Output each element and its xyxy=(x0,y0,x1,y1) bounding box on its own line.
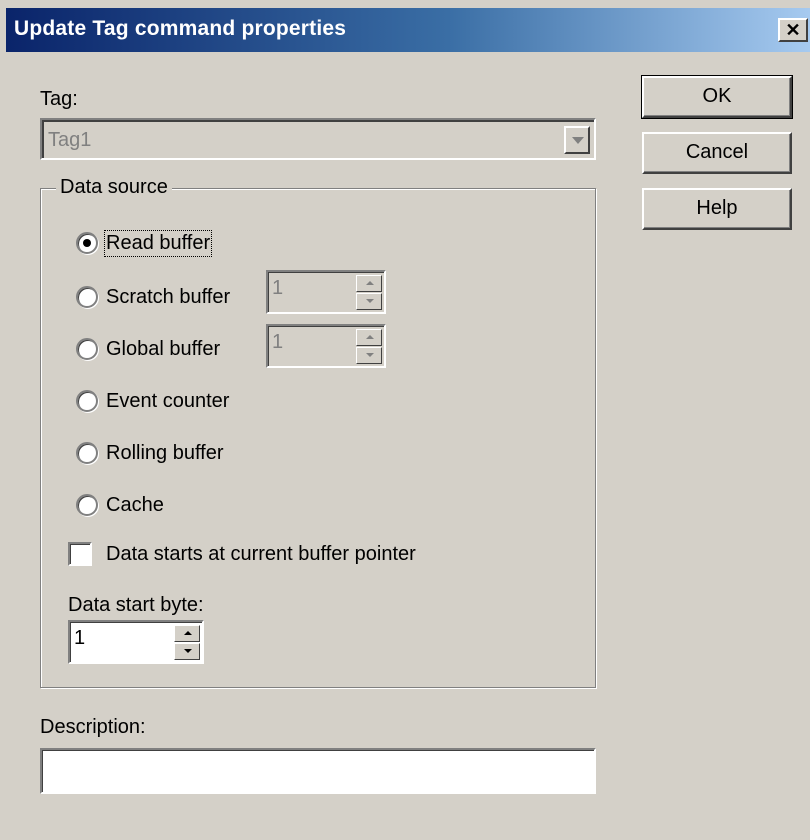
help-button[interactable]: Help xyxy=(642,188,792,230)
scratch-buffer-value: 1 xyxy=(272,277,284,299)
cancel-button[interactable]: Cancel xyxy=(642,132,792,174)
arrow-up-icon xyxy=(366,335,374,339)
global-spin-down-button[interactable] xyxy=(356,347,382,364)
radio-scratch-buffer-label[interactable]: Scratch buffer xyxy=(106,286,230,309)
radio-read-buffer[interactable] xyxy=(76,232,98,254)
scratch-spin-up-button[interactable] xyxy=(356,275,382,292)
radio-cache[interactable] xyxy=(76,494,98,516)
dropdown-arrow-button[interactable] xyxy=(564,126,590,154)
arrow-down-icon xyxy=(184,649,192,653)
start-byte-spin-up-button[interactable] xyxy=(174,625,200,642)
tag-label: Tag: xyxy=(40,88,78,110)
description-label: Description: xyxy=(40,716,146,738)
data-start-byte-spinner[interactable]: 1 xyxy=(68,620,204,664)
global-buffer-spinner[interactable]: 1 xyxy=(266,324,386,368)
scratch-spin-down-button[interactable] xyxy=(356,293,382,310)
radio-event-counter-label[interactable]: Event counter xyxy=(106,390,229,413)
tag-dropdown-value: Tag1 xyxy=(48,129,92,151)
chevron-down-icon xyxy=(572,137,584,144)
description-input[interactable] xyxy=(40,748,596,794)
global-spin-up-button[interactable] xyxy=(356,329,382,346)
ok-button[interactable]: OK xyxy=(641,75,793,119)
arrow-up-icon xyxy=(184,631,192,635)
radio-global-buffer-label[interactable]: Global buffer xyxy=(106,338,220,361)
radio-global-buffer[interactable] xyxy=(76,338,98,360)
tag-dropdown[interactable]: Tag1 xyxy=(40,118,596,160)
data-start-byte-label: Data start byte: xyxy=(68,594,204,616)
radio-rolling-buffer-label[interactable]: Rolling buffer xyxy=(106,442,223,465)
data-starts-at-pointer-checkbox[interactable] xyxy=(68,542,92,566)
radio-scratch-buffer[interactable] xyxy=(76,286,98,308)
scratch-buffer-spinner[interactable]: 1 xyxy=(266,270,386,314)
close-icon: ✕ xyxy=(785,20,801,40)
window-title: Update Tag command properties xyxy=(14,17,347,40)
start-byte-spin-down-button[interactable] xyxy=(174,643,200,660)
title-bar[interactable]: Update Tag command properties ✕ xyxy=(6,8,810,52)
radio-cache-label[interactable]: Cache xyxy=(106,494,164,517)
data-source-legend: Data source xyxy=(56,176,172,199)
data-start-byte-value: 1 xyxy=(74,627,86,649)
radio-rolling-buffer[interactable] xyxy=(76,442,98,464)
data-starts-at-pointer-label[interactable]: Data starts at current buffer pointer xyxy=(106,543,416,566)
close-button[interactable]: ✕ xyxy=(778,18,808,42)
arrow-up-icon xyxy=(366,281,374,285)
radio-selected-dot xyxy=(83,239,91,247)
dialog-window: Update Tag command properties ✕ Tag: Tag… xyxy=(0,0,810,840)
arrow-down-icon xyxy=(366,353,374,357)
global-buffer-value: 1 xyxy=(272,331,284,353)
radio-read-buffer-label[interactable]: Read buffer xyxy=(103,230,213,257)
radio-event-counter[interactable] xyxy=(76,390,98,412)
arrow-down-icon xyxy=(366,299,374,303)
